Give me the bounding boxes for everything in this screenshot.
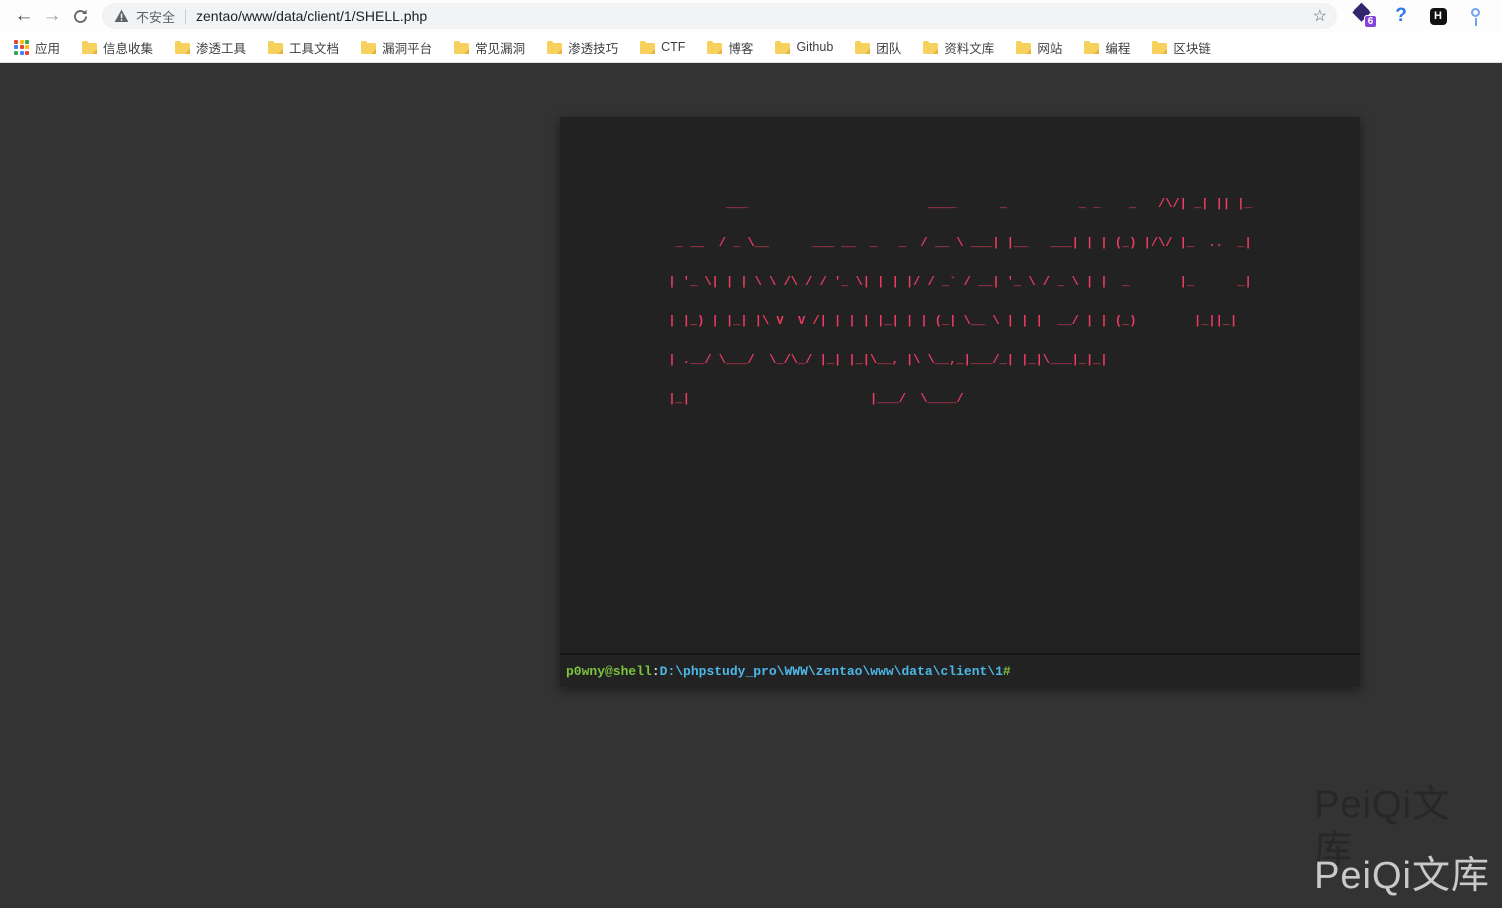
- bookmark-label: 编程: [1105, 38, 1130, 57]
- bookmark-label: 团队: [876, 38, 901, 57]
- bookmark-folder-common-vulns[interactable]: 常见漏洞: [454, 38, 525, 57]
- bookmark-folder-ctf[interactable]: CTF: [640, 40, 685, 54]
- watermark-text: PeiQi文库: [1314, 855, 1490, 897]
- shell-prompt-hash: #: [1003, 664, 1011, 679]
- bookmark-folder-programming[interactable]: 编程: [1084, 38, 1130, 57]
- bookmark-label: CTF: [661, 40, 685, 54]
- back-icon[interactable]: ←: [10, 2, 38, 30]
- folder-icon: [923, 43, 938, 54]
- bookmark-folder-websites[interactable]: 网站: [1016, 38, 1062, 57]
- logo-line: ___ ____ _ _ _ _ /\/| _| || |_: [668, 198, 1251, 211]
- logo-line: | '_ \| | | \ \ /\ / / '_ \| | | |/ / _`…: [668, 276, 1251, 289]
- bookmark-label: 常见漏洞: [475, 38, 525, 57]
- folder-icon: [547, 43, 562, 54]
- bookmark-label: 应用: [35, 38, 60, 57]
- shell-command-input[interactable]: [1017, 655, 1354, 687]
- bookmark-folder-vuln-platform[interactable]: 漏洞平台: [361, 38, 432, 57]
- folder-icon: [1016, 43, 1031, 54]
- extension-hackbar-icon[interactable]: H: [1427, 4, 1449, 28]
- shell-input-row: p0wny@shell : D:\phpstudy_pro\WWW\zentao…: [560, 654, 1360, 687]
- not-secure-label[interactable]: 不安全: [136, 7, 175, 26]
- extension-help-icon[interactable]: ?: [1390, 4, 1412, 28]
- bookmark-folder-tool-docs[interactable]: 工具文档: [268, 38, 339, 57]
- bookmark-label: 网站: [1037, 38, 1062, 57]
- bookmark-label: 区块链: [1173, 38, 1211, 57]
- browser-toolbar: ← → 不安全 zentao/www/data/client/1/SHELL.p…: [0, 0, 1502, 32]
- folder-icon: [1152, 43, 1167, 54]
- extension-layers-icon[interactable]: 6: [1353, 4, 1375, 28]
- reload-icon[interactable]: [66, 2, 94, 30]
- shell-prompt-cwd: D:\phpstudy_pro\WWW\zentao\www\data\clie…: [660, 664, 1003, 679]
- folder-icon: [1084, 43, 1099, 54]
- bookmark-folder-doc-library[interactable]: 资料文库: [923, 38, 994, 57]
- bookmark-folder-github[interactable]: Github: [775, 40, 833, 54]
- bookmark-folder-blog[interactable]: 博客: [707, 38, 753, 57]
- bookmark-label: 资料文库: [944, 38, 994, 57]
- peiqi-watermark: PeiQi文库 PeiQi文库: [1314, 854, 1490, 900]
- logo-line: |_| |___/ \____/: [668, 393, 1251, 406]
- p0wny-shell-ascii-logo: ___ ____ _ _ _ _ /\/| _| || |_ _ __ / _ …: [668, 172, 1251, 432]
- bookmark-label: 漏洞平台: [382, 38, 432, 57]
- folder-icon: [361, 43, 376, 54]
- not-secure-warning-icon[interactable]: [114, 9, 129, 23]
- shell-output-area[interactable]: ___ ____ _ _ _ _ /\/| _| || |_ _ __ / _ …: [560, 117, 1360, 654]
- bookmark-label: 博客: [728, 38, 753, 57]
- shell-prompt-colon: :: [652, 664, 660, 679]
- bookmark-label: 渗透技巧: [568, 38, 618, 57]
- extensions-area: 6 ? H: [1337, 4, 1494, 28]
- bookmark-label: 工具文档: [289, 38, 339, 57]
- folder-icon: [640, 43, 655, 54]
- url-text[interactable]: zentao/www/data/client/1/SHELL.php: [196, 8, 1305, 24]
- apps-grid-icon: [14, 40, 29, 55]
- bookmark-label: 信息收集: [103, 38, 153, 57]
- bookmark-folder-team[interactable]: 团队: [855, 38, 901, 57]
- omnibox-divider: [185, 9, 186, 24]
- address-bar[interactable]: 不安全 zentao/www/data/client/1/SHELL.php ☆: [102, 3, 1337, 29]
- folder-icon: [855, 43, 870, 54]
- bookmark-folder-pentest-tricks[interactable]: 渗透技巧: [547, 38, 618, 57]
- bookmark-label: 渗透工具: [196, 38, 246, 57]
- logo-line: | |_) | |_| |\ V V /| | | | |_| | | (_| …: [668, 315, 1251, 328]
- webshell-terminal: ___ ____ _ _ _ _ /\/| _| || |_ _ __ / _ …: [560, 117, 1360, 687]
- folder-icon: [775, 43, 790, 54]
- folder-icon: [268, 43, 283, 54]
- shell-prompt-user: p0wny@shell: [566, 664, 652, 679]
- folder-icon: [175, 43, 190, 54]
- bookmark-folder-info-gathering[interactable]: 信息收集: [82, 38, 153, 57]
- bookmark-folder-blockchain[interactable]: 区块链: [1152, 38, 1211, 57]
- pin-glyph-icon: [1471, 8, 1480, 17]
- extension-badge: 6: [1364, 15, 1377, 28]
- logo-line: _ __ / _ \__ ___ __ _ _ / __ \ ___| |__ …: [668, 237, 1251, 250]
- logo-line: | .__/ \___/ \_/\_/ |_| |_|\__, |\ \__,_…: [668, 354, 1251, 367]
- bookmark-label: Github: [796, 40, 833, 54]
- folder-icon: [707, 43, 722, 54]
- folder-icon: [82, 43, 97, 54]
- bookmark-apps[interactable]: 应用: [14, 38, 60, 57]
- question-mark-icon: ?: [1395, 5, 1407, 27]
- h-letter-icon: H: [1430, 8, 1447, 25]
- bookmark-folder-pentest-tools[interactable]: 渗透工具: [175, 38, 246, 57]
- bookmark-star-icon[interactable]: ☆: [1313, 6, 1327, 26]
- bookmarks-bar: 应用 信息收集 渗透工具 工具文档 漏洞平台 常见漏洞 渗透技巧 CTF 博客 …: [0, 32, 1502, 63]
- extension-pin-icon[interactable]: [1464, 4, 1486, 28]
- folder-icon: [454, 43, 469, 54]
- forward-icon[interactable]: →: [38, 2, 66, 30]
- page-content: ___ ____ _ _ _ _ /\/| _| || |_ _ __ / _ …: [0, 63, 1502, 908]
